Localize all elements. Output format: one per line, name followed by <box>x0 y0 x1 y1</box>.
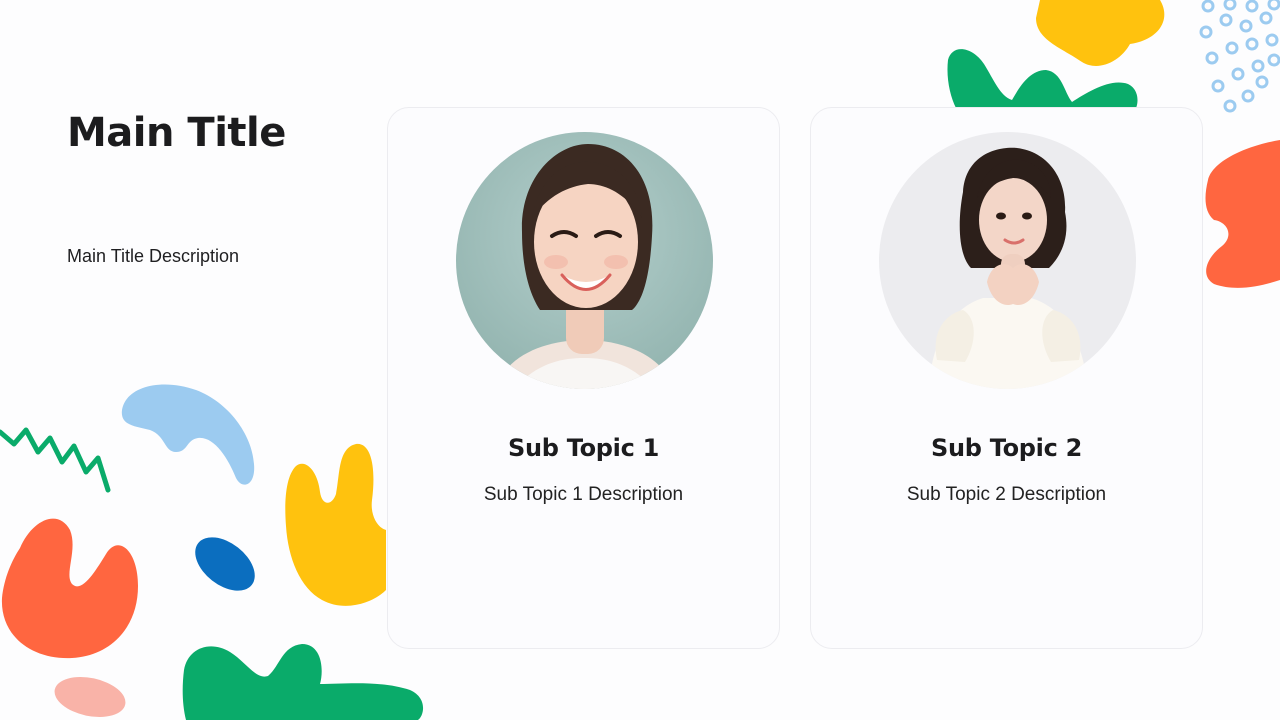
sub-topic-title-1: Sub Topic 1 <box>508 434 659 462</box>
portrait-illustration-1 <box>456 132 713 389</box>
orange-blob-right <box>1205 140 1280 288</box>
portrait-photo-1 <box>456 132 713 389</box>
main-title-description: Main Title Description <box>67 246 240 266</box>
light-blue-boomerang <box>121 384 255 485</box>
sub-topic-description-2: Sub Topic 2 Description <box>906 484 1107 505</box>
pink-pill <box>54 676 126 718</box>
main-title: Main Title <box>67 110 286 156</box>
yellow-blob-top <box>1036 0 1165 66</box>
yellow-blob-left <box>285 443 386 606</box>
sub-topic-card-2: Sub Topic 2 Sub Topic 2 Description <box>810 107 1203 649</box>
sub-topic-description-1: Sub Topic 1 Description <box>483 484 684 505</box>
portrait-illustration-2 <box>879 132 1136 389</box>
green-zigzag <box>0 427 111 493</box>
green-blob-bottom <box>182 644 424 720</box>
sub-topic-card-1: Sub Topic 1 Sub Topic 1 Description <box>387 107 780 649</box>
orange-blob-left <box>1 518 138 659</box>
blue-dot-pattern <box>1199 0 1280 113</box>
blue-pill <box>195 537 255 591</box>
sub-topic-title-2: Sub Topic 2 <box>931 434 1082 462</box>
portrait-photo-2 <box>879 132 1136 389</box>
